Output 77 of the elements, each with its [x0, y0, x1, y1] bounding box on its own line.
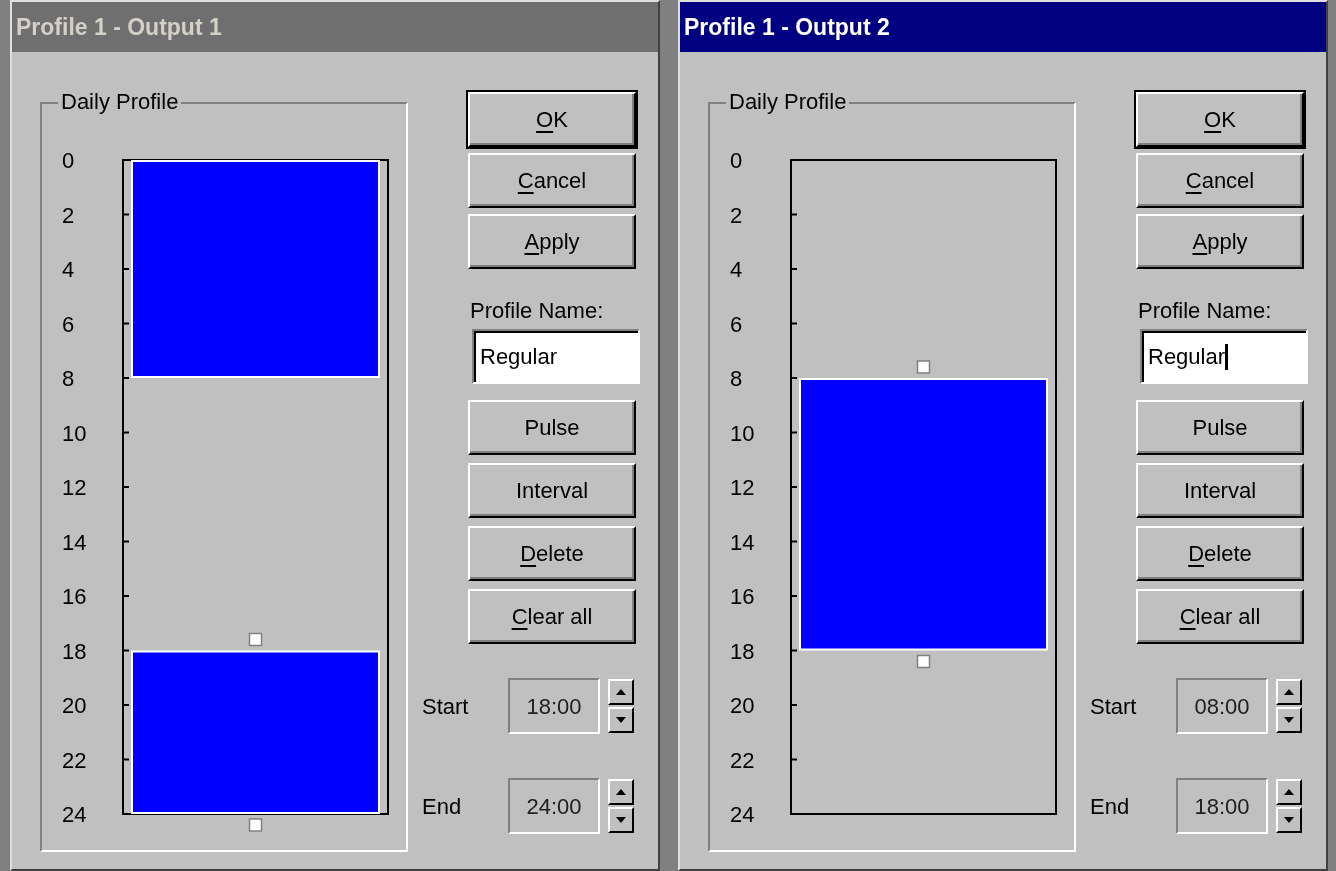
axis-label: 6 — [730, 311, 743, 337]
up-triangle-icon — [616, 789, 626, 795]
time-field[interactable]: 18:00 — [1176, 778, 1268, 834]
up-triangle-icon — [1284, 689, 1294, 695]
action-button[interactable]: Delete — [1136, 526, 1304, 581]
axis-label: 0 — [730, 150, 743, 173]
dialog-button[interactable]: OK — [1136, 92, 1304, 147]
spin-up-button[interactable] — [608, 679, 634, 705]
resize-handle[interactable] — [248, 632, 263, 647]
spin-up-button[interactable] — [608, 779, 634, 805]
on-period-bar[interactable] — [131, 160, 380, 378]
dialog-button[interactable]: Cancel — [468, 153, 636, 208]
resize-handle[interactable] — [916, 654, 931, 669]
window-title: Profile 1 - Output 1 — [12, 2, 658, 52]
axis-label: 4 — [62, 257, 75, 282]
action-button[interactable]: Pulse — [468, 400, 636, 455]
field-label: Profile Name: — [1138, 297, 1273, 325]
action-button[interactable]: Delete — [468, 526, 636, 581]
axis-label: 24 — [62, 802, 87, 827]
dialog-button[interactable]: OK — [468, 92, 636, 147]
up-triangle-icon — [1284, 789, 1294, 795]
resize-handle[interactable] — [248, 818, 263, 832]
spin-down-button[interactable] — [1276, 807, 1302, 833]
down-triangle-icon — [616, 817, 626, 823]
spin-up-button[interactable] — [1276, 679, 1302, 705]
axis-label: 12 — [730, 475, 755, 500]
window-title: Profile 1 - Output 2 — [680, 2, 1326, 52]
on-period-bar[interactable] — [799, 360, 1048, 669]
axis-label: 18 — [62, 638, 87, 664]
time-label: Start — [1090, 692, 1138, 721]
axis-label: 0 — [62, 150, 75, 173]
action-button[interactable]: Clear all — [468, 589, 636, 644]
axis-label: 2 — [62, 202, 75, 228]
time-field[interactable]: 24:00 — [508, 778, 600, 834]
dialog-button[interactable]: Apply — [468, 214, 636, 269]
on-period-bar[interactable] — [131, 632, 380, 832]
time-label: End — [422, 792, 463, 821]
axis-label: 2 — [730, 202, 743, 228]
axis-label: 24 — [730, 802, 755, 827]
spin-down-button[interactable] — [608, 807, 634, 833]
spin-down-button[interactable] — [1276, 707, 1302, 733]
axis-label: 14 — [62, 529, 87, 555]
spin-up-button[interactable] — [1276, 779, 1302, 805]
axis-label: 12 — [62, 475, 87, 500]
time-field[interactable]: 18:00 — [508, 678, 600, 734]
axis-label: 16 — [62, 584, 87, 609]
action-button[interactable]: Clear all — [1136, 589, 1304, 644]
time-label: End — [1090, 792, 1131, 821]
time-field[interactable]: 08:00 — [1176, 678, 1268, 734]
profile-name-field[interactable]: Regular — [472, 329, 640, 384]
axis-label: 18 — [730, 638, 755, 664]
action-button[interactable]: Pulse — [1136, 400, 1304, 455]
action-button[interactable]: Interval — [1136, 463, 1304, 518]
axis-label: 20 — [62, 693, 87, 718]
axis-label: 10 — [62, 420, 87, 446]
axis-label: 4 — [730, 257, 743, 282]
axis-label: 20 — [730, 693, 755, 718]
axis-label: 14 — [730, 529, 755, 555]
axis-label: 22 — [62, 747, 87, 773]
profile-name-field[interactable]: Regular — [1140, 329, 1308, 384]
up-triangle-icon — [616, 689, 626, 695]
axis-label: 6 — [62, 311, 75, 337]
axis-label: 22 — [730, 747, 755, 773]
dialog-button[interactable]: Cancel — [1136, 153, 1304, 208]
axis-label: 8 — [730, 366, 743, 391]
down-triangle-icon — [616, 717, 626, 723]
axis-label: 16 — [730, 584, 755, 609]
dialog-button[interactable]: Apply — [1136, 214, 1304, 269]
field-label: Profile Name: — [470, 297, 605, 325]
down-triangle-icon — [1284, 817, 1294, 823]
time-label: Start — [422, 692, 470, 721]
action-button[interactable]: Interval — [468, 463, 636, 518]
down-triangle-icon — [1284, 717, 1294, 723]
axis-label: 8 — [62, 366, 75, 391]
axis-label: 10 — [730, 420, 755, 446]
spin-down-button[interactable] — [608, 707, 634, 733]
resize-handle[interactable] — [916, 360, 931, 374]
